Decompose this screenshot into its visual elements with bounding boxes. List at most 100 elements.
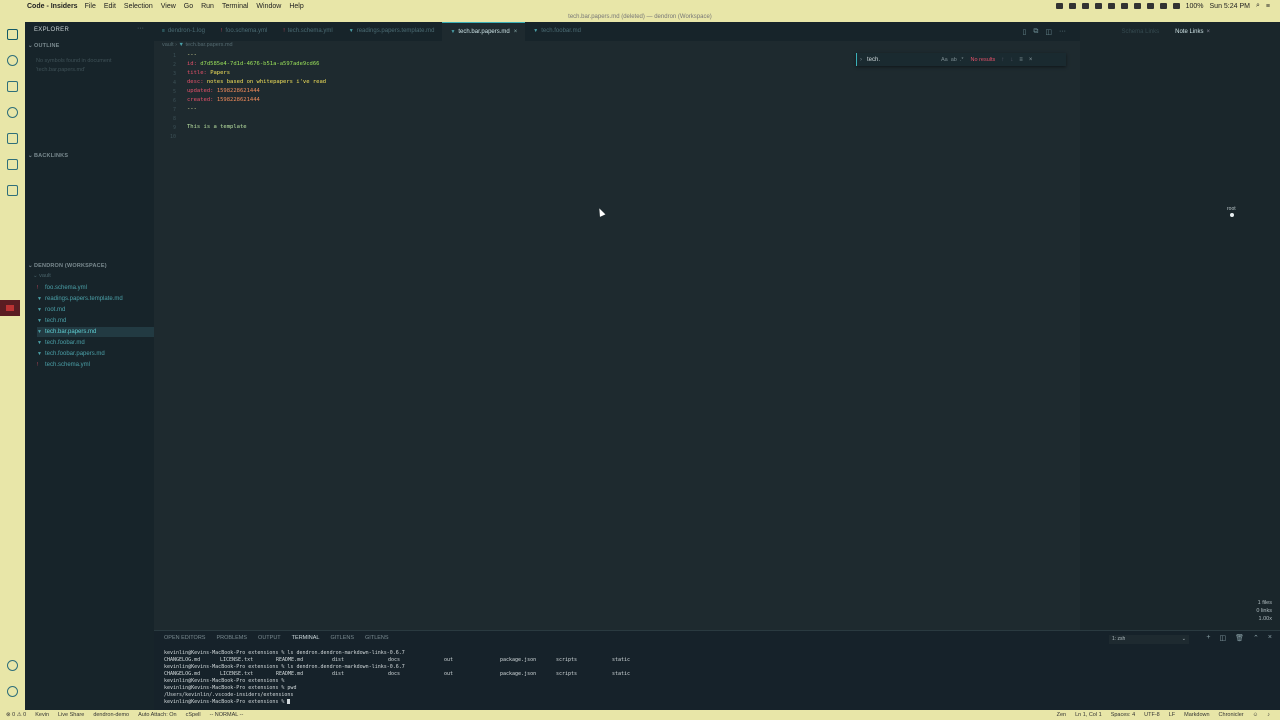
explorer-icon[interactable] (7, 29, 18, 40)
tab-tech-schema-yml[interactable]: ! tech.schema.yml (275, 22, 340, 41)
timeline-icon[interactable] (7, 107, 18, 118)
tab-foo-schema-yml[interactable]: ! foo.schema.yml (213, 22, 275, 41)
eol-status[interactable]: LF (1169, 712, 1175, 718)
toggle-replace-chevron-icon[interactable]: › (860, 57, 862, 63)
menu-file[interactable]: File (85, 3, 96, 10)
notifications-bell-icon[interactable]: ♪ (1267, 712, 1270, 718)
close-icon[interactable]: × (1206, 29, 1210, 35)
zen-mode-status[interactable]: Zen (1057, 712, 1066, 718)
tab-problems[interactable]: PROBLEMS (216, 635, 247, 641)
terminal-select[interactable]: 1: zsh ⌄ (1109, 635, 1189, 644)
open-preview-icon[interactable]: ▯ (1023, 28, 1027, 36)
breadcrumb-folder[interactable]: vault (162, 42, 174, 48)
problems-count[interactable]: ⊗ 0 ⚠ 0 (6, 712, 26, 718)
file-tech-bar-papers-md[interactable]: ▼ tech.bar.papers.md (37, 327, 154, 337)
live-share-status[interactable]: Live Share (58, 712, 84, 718)
accounts-icon[interactable] (7, 660, 18, 671)
cursor-position-status[interactable]: Ln 1, Col 1 (1075, 712, 1102, 718)
file-foo-schema-yml[interactable]: ! foo.schema.yml (37, 283, 154, 293)
file-tech-schema-yml[interactable]: ! tech.schema.yml (37, 360, 154, 370)
tab-gitlens[interactable]: GITLENS (365, 635, 389, 641)
terminal-prompt[interactable]: kevinlin@Kevins-MacBook-Pro extensions % (164, 699, 291, 705)
menu-window[interactable]: Window (256, 3, 281, 10)
vault-folder[interactable]: ⌄ vault (33, 273, 51, 279)
tab-schema-links[interactable]: Schema Links (1121, 29, 1159, 35)
status-icon[interactable] (1081, 3, 1089, 9)
close-icon[interactable]: × (514, 29, 518, 35)
breadcrumb-file[interactable]: tech.bar.papers.md (186, 42, 233, 48)
file-readings-papers-template-md[interactable]: ▼ readings.papers.template.md (37, 294, 154, 304)
tab-tech-foobar-md[interactable]: ▼ tech.foobar.md (525, 22, 589, 41)
compare-icon[interactable]: ⧉ (1033, 28, 1038, 36)
workspace-status[interactable]: dendron-demo (93, 712, 129, 718)
tab-output[interactable]: OUTPUT (258, 635, 281, 641)
next-match-icon[interactable]: ↓ (1010, 57, 1013, 63)
encoding-status[interactable]: UTF-8 (1144, 712, 1160, 718)
file-tech-foobar-papers-md[interactable]: ▼ tech.foobar.papers.md (37, 349, 154, 359)
workspace-section-header[interactable]: ⌄DENDRON (WORKSPACE) (28, 263, 107, 269)
language-mode-status[interactable]: Markdown (1184, 712, 1209, 718)
use-regex-toggle[interactable]: .* (960, 57, 964, 63)
menu-edit[interactable]: Edit (104, 3, 116, 10)
tab-dendron-log[interactable]: ≡ dendron-1.log (154, 22, 213, 41)
backlinks-section-header[interactable]: ⌄BACKLINKS (28, 153, 68, 159)
file-root-md[interactable]: ▼ root.md (37, 305, 154, 315)
status-icon[interactable] (1107, 3, 1115, 9)
tab-readings-papers-template-md[interactable]: ▼ readings.papers.template.md (341, 22, 443, 41)
search-icon[interactable]: ⌕ (1256, 2, 1260, 10)
new-terminal-icon[interactable]: + (1206, 634, 1210, 642)
extensions-icon[interactable] (7, 133, 18, 144)
menu-selection[interactable]: Selection (124, 3, 153, 10)
find-input[interactable]: tech. (867, 57, 941, 63)
graph-node[interactable] (1230, 213, 1234, 217)
find-in-selection-icon[interactable]: ≡ (1019, 57, 1023, 63)
feedback-icon[interactable]: ☺ (1253, 712, 1259, 718)
menu-view[interactable]: View (161, 3, 176, 10)
editor-area[interactable]: 1 2 3 4 5 6 7 8 9 10 --- id: d7d585e4-7d… (154, 50, 1080, 630)
menu-terminal[interactable]: Terminal (222, 3, 248, 10)
match-whole-word-toggle[interactable]: ab (951, 57, 957, 63)
status-icon[interactable] (1068, 3, 1076, 9)
remote-explorer-icon[interactable] (7, 159, 18, 170)
file-tech-md[interactable]: ▼ tech.md (37, 316, 154, 326)
previous-match-icon[interactable]: ↑ (1001, 57, 1004, 63)
tab-terminal[interactable]: TERMINAL (292, 635, 320, 641)
wifi-icon[interactable] (1146, 3, 1154, 9)
menu-list-icon[interactable]: ≡ (1266, 3, 1270, 10)
tab-open-editors[interactable]: OPEN EDITORS (164, 635, 205, 641)
split-terminal-icon[interactable]: ◫ (1220, 634, 1227, 642)
auto-attach-status[interactable]: Auto Attach: On (138, 712, 177, 718)
clock[interactable]: Sun 5:24 PM (1210, 3, 1250, 10)
status-icon[interactable] (1120, 3, 1128, 9)
chronicler-status[interactable]: Chronicler (1219, 712, 1244, 718)
battery-icon[interactable] (1172, 3, 1180, 9)
close-icon[interactable]: × (1029, 57, 1033, 63)
match-case-toggle[interactable]: Aa (941, 57, 948, 63)
maximize-panel-icon[interactable]: ⌃ (1253, 634, 1259, 642)
more-actions-icon[interactable]: ··· (137, 25, 144, 32)
menu-run[interactable]: Run (201, 3, 214, 10)
tab-gitlens[interactable]: GITLENS (330, 635, 354, 641)
source-control-icon[interactable] (7, 81, 18, 92)
gitlens-icon[interactable] (7, 185, 18, 196)
more-actions-icon[interactable]: ··· (1059, 28, 1066, 35)
search-icon[interactable] (7, 55, 18, 66)
settings-gear-icon[interactable] (7, 686, 18, 697)
account-status[interactable]: Kevin (35, 712, 49, 718)
menu-go[interactable]: Go (184, 3, 193, 10)
split-editor-icon[interactable]: ◫ (1045, 28, 1052, 36)
cspell-status[interactable]: cSpell (186, 712, 201, 718)
tab-note-links[interactable]: Note Links × (1175, 29, 1210, 35)
close-icon[interactable]: × (1268, 634, 1272, 642)
kill-terminal-icon[interactable]: 🗑 (1235, 634, 1244, 642)
status-icon[interactable] (1055, 3, 1063, 9)
menu-help[interactable]: Help (289, 3, 303, 10)
status-icon[interactable] (1133, 3, 1141, 9)
file-tech-foobar-md[interactable]: ▼ tech.foobar.md (37, 338, 154, 348)
status-icon[interactable] (1094, 3, 1102, 9)
tab-tech-bar-papers-md[interactable]: ▼ tech.bar.papers.md × (442, 22, 526, 41)
outline-section-header[interactable]: ⌄OUTLINE (28, 43, 60, 49)
volume-icon[interactable] (1159, 3, 1167, 9)
indentation-status[interactable]: Spaces: 4 (1111, 712, 1135, 718)
app-name-menu[interactable]: Code - Insiders (27, 3, 78, 10)
